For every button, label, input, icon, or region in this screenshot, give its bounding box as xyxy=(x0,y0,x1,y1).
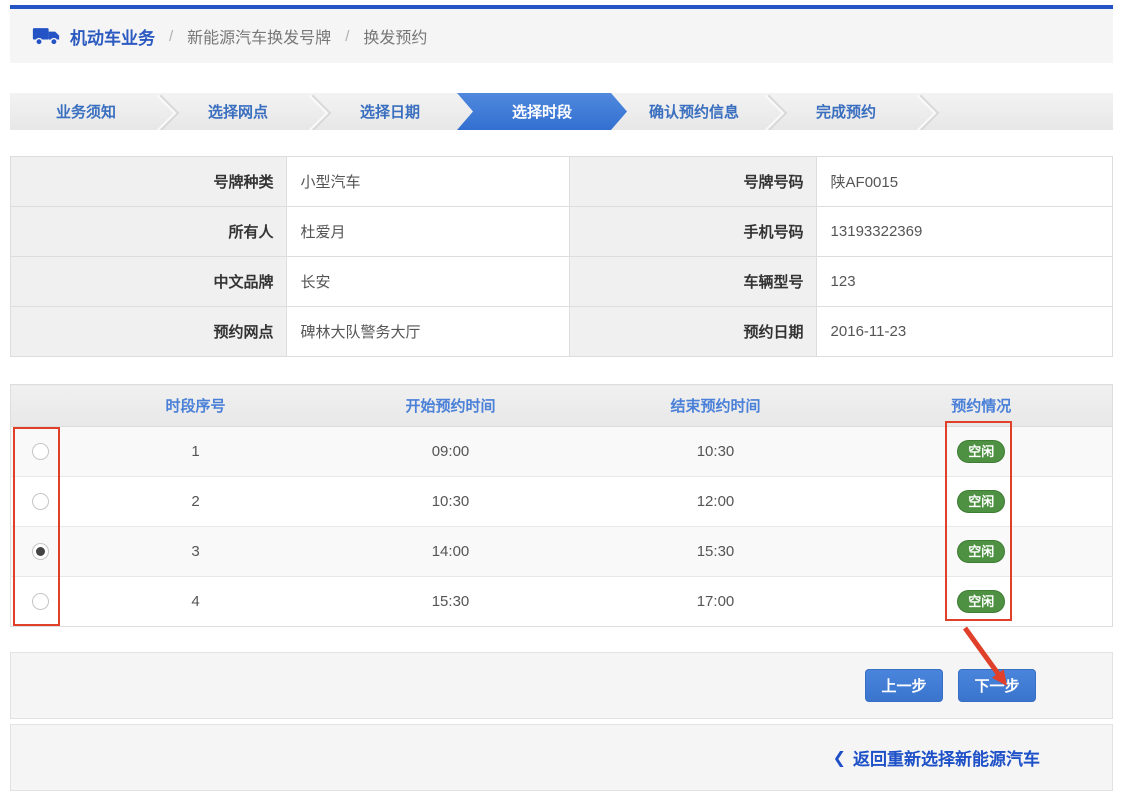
info-row: 预约网点 碑林大队警务大厅 预约日期 2016-11-23 xyxy=(11,307,1113,357)
info-label-owner: 所有人 xyxy=(11,207,287,257)
info-label-phone: 手机号码 xyxy=(569,207,816,257)
info-value-plate-number: 陕AF0015 xyxy=(816,157,1112,207)
step-bar-filler xyxy=(922,93,1113,130)
info-label-model: 车辆型号 xyxy=(569,257,816,307)
timeslot-header-row: 时段序号 开始预约时间 结束预约时间 预约情况 xyxy=(11,385,1113,427)
timeslot-header-seq: 时段序号 xyxy=(71,385,321,427)
timeslot-table: 时段序号 开始预约时间 结束预约时间 预约情况 1 09:00 10:30 空闲… xyxy=(10,384,1113,627)
timeslot-header-status: 预约情况 xyxy=(851,385,1113,427)
spacer xyxy=(10,357,1113,384)
next-step-button[interactable]: 下一步 xyxy=(958,669,1036,702)
timeslot-end-time: 10:30 xyxy=(581,427,851,477)
breadcrumb-root[interactable]: 机动车业务 xyxy=(70,24,155,49)
step-tab-complete[interactable]: 完成预约 xyxy=(770,93,922,130)
info-value-phone: 13193322369 xyxy=(816,207,1112,257)
info-label-date: 预约日期 xyxy=(569,307,816,357)
info-value-model: 123 xyxy=(816,257,1112,307)
breadcrumb: 机动车业务 / 新能源汽车换发号牌 / 换发预约 xyxy=(10,9,1113,63)
status-badge-available: 空闲 xyxy=(957,440,1005,464)
info-value-brand: 长安 xyxy=(286,257,569,307)
step-tab-select-timeslot[interactable]: 选择时段 xyxy=(457,93,627,130)
timeslot-seq: 3 xyxy=(71,527,321,577)
truck-icon xyxy=(32,25,60,47)
timeslot-radio-4[interactable] xyxy=(32,593,49,610)
back-link-label: 返回重新选择新能源汽车 xyxy=(853,745,1040,770)
timeslot-row-3: 3 14:00 15:30 空闲 xyxy=(11,527,1113,577)
timeslot-start-time: 14:00 xyxy=(321,527,581,577)
timeslot-start-time: 09:00 xyxy=(321,427,581,477)
breadcrumb-separator: / xyxy=(345,28,349,45)
info-row: 号牌种类 小型汽车 号牌号码 陕AF0015 xyxy=(11,157,1113,207)
step-tab-notice[interactable]: 业务须知 xyxy=(10,93,162,130)
spacer xyxy=(10,627,1113,652)
vehicle-info-table: 号牌种类 小型汽车 号牌号码 陕AF0015 所有人 杜爱月 手机号码 1319… xyxy=(10,156,1113,357)
timeslot-seq: 4 xyxy=(71,577,321,627)
page-container: 机动车业务 / 新能源汽车换发号牌 / 换发预约 业务须知 选择网点 选择日期 … xyxy=(10,5,1113,791)
timeslot-header-end: 结束预约时间 xyxy=(581,385,851,427)
spacer xyxy=(10,63,1113,93)
info-value-plate-type: 小型汽车 xyxy=(286,157,569,207)
status-badge-available: 空闲 xyxy=(957,490,1005,514)
back-to-vehicle-select-link[interactable]: ❮ 返回重新选择新能源汽车 xyxy=(833,745,1040,770)
timeslot-end-time: 15:30 xyxy=(581,527,851,577)
step-tab-select-site[interactable]: 选择网点 xyxy=(162,93,314,130)
status-badge-available: 空闲 xyxy=(957,540,1005,564)
timeslot-radio-3-selected[interactable] xyxy=(32,543,49,560)
info-value-date: 2016-11-23 xyxy=(816,307,1112,357)
info-row: 中文品牌 长安 车辆型号 123 xyxy=(11,257,1113,307)
breadcrumb-separator: / xyxy=(169,28,173,45)
status-badge-available: 空闲 xyxy=(957,590,1005,614)
info-value-owner: 杜爱月 xyxy=(286,207,569,257)
breadcrumb-level1[interactable]: 新能源汽车换发号牌 xyxy=(187,24,331,48)
spacer xyxy=(10,130,1113,156)
info-value-site: 碑林大队警务大厅 xyxy=(286,307,569,357)
timeslot-row-2: 2 10:30 12:00 空闲 xyxy=(11,477,1113,527)
step-tab-select-date[interactable]: 选择日期 xyxy=(314,93,466,130)
info-label-plate-type: 号牌种类 xyxy=(11,157,287,207)
info-label-brand: 中文品牌 xyxy=(11,257,287,307)
previous-step-button[interactable]: 上一步 xyxy=(865,669,943,702)
timeslot-seq: 1 xyxy=(71,427,321,477)
info-row: 所有人 杜爱月 手机号码 13193322369 xyxy=(11,207,1113,257)
action-button-panel: 上一步 下一步 xyxy=(10,652,1113,719)
timeslot-start-time: 10:30 xyxy=(321,477,581,527)
footer-panel: ❮ 返回重新选择新能源汽车 xyxy=(10,724,1113,791)
timeslot-radio-2[interactable] xyxy=(32,493,49,510)
breadcrumb-level2[interactable]: 换发预约 xyxy=(363,24,427,48)
info-label-site: 预约网点 xyxy=(11,307,287,357)
chevron-left-icon: ❮ xyxy=(833,748,846,768)
step-tab-confirm-info[interactable]: 确认预约信息 xyxy=(618,93,770,130)
timeslot-header-radio xyxy=(11,385,71,427)
info-label-plate-number: 号牌号码 xyxy=(569,157,816,207)
timeslot-start-time: 15:30 xyxy=(321,577,581,627)
timeslot-row-1: 1 09:00 10:30 空闲 xyxy=(11,427,1113,477)
timeslot-end-time: 12:00 xyxy=(581,477,851,527)
timeslot-header-start: 开始预约时间 xyxy=(321,385,581,427)
timeslot-seq: 2 xyxy=(71,477,321,527)
step-wizard-bar: 业务须知 选择网点 选择日期 选择时段 确认预约信息 完成预约 xyxy=(10,93,1113,130)
timeslot-row-4: 4 15:30 17:00 空闲 xyxy=(11,577,1113,627)
timeslot-section: 时段序号 开始预约时间 结束预约时间 预约情况 1 09:00 10:30 空闲… xyxy=(10,384,1113,627)
timeslot-end-time: 17:00 xyxy=(581,577,851,627)
timeslot-radio-1[interactable] xyxy=(32,443,49,460)
